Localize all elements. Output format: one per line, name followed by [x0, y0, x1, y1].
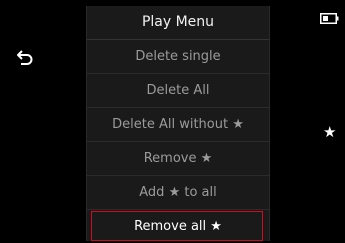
menu-item-remove-star[interactable]: Remove ★	[87, 142, 269, 176]
menu-item-add-star-to-all[interactable]: Add ★ to all	[87, 176, 269, 210]
menu-item-label: Delete All	[146, 83, 210, 98]
star-icon: ★	[323, 123, 337, 141]
menu-item-label: Add ★ to all	[139, 185, 217, 200]
menu-item-label: Delete single	[135, 49, 221, 64]
menu-item-delete-all[interactable]: Delete All	[87, 74, 269, 108]
menu-item-remove-all-star[interactable]: Remove all ★	[87, 210, 269, 243]
menu-item-label: Delete All without ★	[112, 117, 244, 132]
back-arrow-icon[interactable]	[16, 49, 34, 67]
battery-icon	[320, 9, 339, 24]
menu-item-delete-single[interactable]: Delete single	[87, 40, 269, 74]
menu-item-delete-all-without-star[interactable]: Delete All without ★	[87, 108, 269, 142]
menu-title: Play Menu	[87, 6, 269, 40]
play-menu: Play Menu Delete single Delete All Delet…	[86, 6, 270, 241]
menu-item-label: Remove all ★	[134, 219, 222, 234]
menu-item-label: Remove ★	[143, 151, 213, 166]
